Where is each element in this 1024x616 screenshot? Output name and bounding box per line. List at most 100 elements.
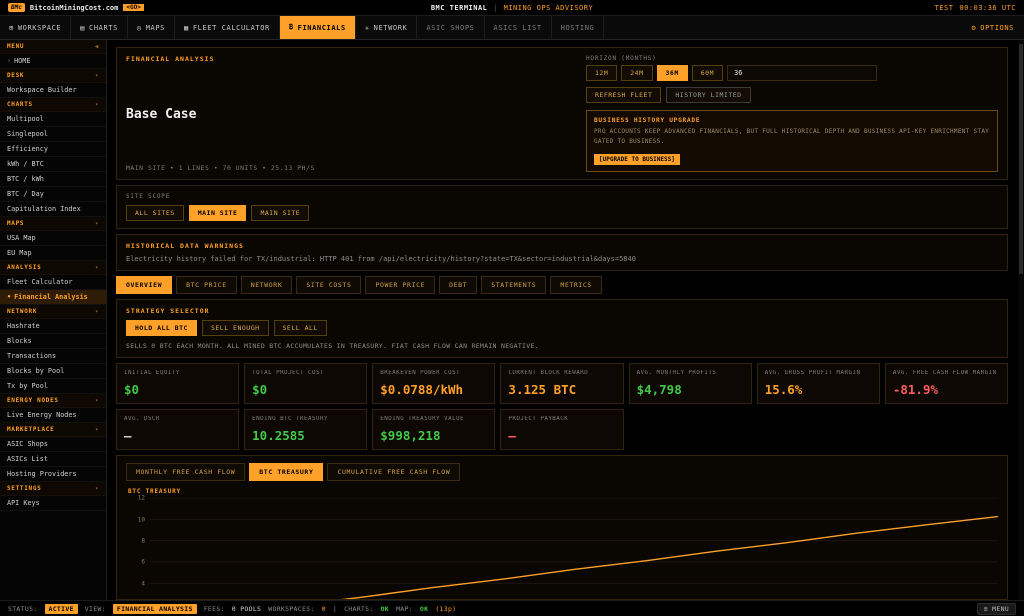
chart-panel: MONTHLY FREE CASH FLOW BTC TREASURY CUMU… [116, 455, 1008, 600]
chart-tab[interactable]: MONTHLY FREE CASH FLOW [126, 463, 245, 481]
metrics-row-2: AVG. DSCR — ENDING BTC TREASURY 10.2585 … [116, 409, 1008, 450]
metrics-row-1: INITIAL EQUITY $0 TOTAL PROJECT COST $0 … [116, 363, 1008, 404]
chart-tab[interactable]: BTC TREASURY [249, 463, 323, 481]
horizon-option-button[interactable]: 36M [657, 65, 688, 81]
menu-button-label: MENU [992, 605, 1009, 613]
site-scope-options: ALL SITES MAIN SITE MAIN SITE [126, 205, 998, 221]
horizon-option-button[interactable]: 12M [586, 65, 617, 81]
sidebar-item-label: ASICs List [7, 455, 99, 463]
sidebar-item[interactable]: NETWORK ▾ [0, 305, 106, 319]
metric-value: $0 [252, 382, 359, 397]
sidebar-item[interactable]: Blocks by Pool [0, 364, 106, 379]
chevron-down-icon: ◀ [95, 44, 99, 50]
sidebar-item[interactable]: CHARTS ▾ [0, 98, 106, 112]
content-tab[interactable]: METRICS [550, 276, 602, 294]
metric-value: — [124, 428, 231, 443]
chevron-down-icon: ▾ [95, 102, 99, 108]
scrollbar-thumb[interactable] [1019, 44, 1023, 274]
sidebar-item[interactable]: API Keys [0, 496, 106, 511]
nav-tab[interactable]: ▦ FLEET CALCULATOR [175, 16, 280, 39]
site-scope-panel: SITE SCOPE ALL SITES MAIN SITE MAIN SITE [116, 185, 1008, 229]
content-tab[interactable]: POWER PRICE [365, 276, 435, 294]
map-extra: (13p) [435, 605, 456, 613]
strategy-button[interactable]: SELL ALL [274, 320, 327, 336]
chart-tab[interactable]: CUMULATIVE FREE CASH FLOW [327, 463, 460, 481]
sidebar-item[interactable]: MARKETPLACE ▾ [0, 423, 106, 437]
sidebar-item[interactable]: BTC / kWh [0, 172, 106, 187]
sidebar-item[interactable]: Fleet Calculator [0, 275, 106, 290]
nav-tab[interactable]: ✳ NETWORK [356, 16, 418, 39]
sidebar-item[interactable]: • Financial Analysis [0, 290, 106, 305]
refresh-fleet-button[interactable]: REFRESH FLEET [586, 87, 661, 103]
site-scope-button[interactable]: ALL SITES [126, 205, 184, 221]
nav-tab[interactable]: ⊞ WORKSPACE [0, 16, 71, 39]
site-scope-button[interactable]: MAIN SITE [251, 205, 309, 221]
sidebar-item[interactable]: Capitulation Index [0, 202, 106, 217]
sidebar-item[interactable]: ASIC Shops [0, 437, 106, 452]
nav-tab[interactable]: ◎ MAPS [128, 16, 175, 39]
sidebar-item[interactable]: Hosting Providers [0, 467, 106, 482]
sidebar-item[interactable]: DESK ▾ [0, 69, 106, 83]
content-tab[interactable]: STATEMENTS [481, 276, 546, 294]
strategy-button[interactable]: HOLD ALL BTC [126, 320, 197, 336]
sidebar-item[interactable]: Blocks [0, 334, 106, 349]
sidebar-item[interactable]: ASICs List [0, 452, 106, 467]
strategy-selector-panel: STRATEGY SELECTOR HOLD ALL BTC SELL ENOU… [116, 299, 1008, 358]
content-tab[interactable]: OVERVIEW [116, 276, 172, 294]
sidebar-item[interactable]: MENU ◀ [0, 40, 106, 54]
sidebar-item[interactable]: Singlepool [0, 127, 106, 142]
nav-tab[interactable]: ▤ CHARTS [71, 16, 128, 39]
bmc-logo-icon: BMc [8, 3, 25, 12]
content-tab[interactable]: DEBT [439, 276, 477, 294]
sidebar-item[interactable]: MAPS ▾ [0, 217, 106, 231]
content-tab[interactable]: NETWORK [241, 276, 293, 294]
sidebar-item[interactable]: ENERGY NODES ▾ [0, 394, 106, 408]
upgrade-title: BUSINESS HISTORY UPGRADE [594, 117, 990, 124]
sidebar-item[interactable]: Workspace Builder [0, 83, 106, 98]
sidebar-item[interactable]: SETTINGS ▾ [0, 482, 106, 496]
strategy-button[interactable]: SELL ENOUGH [202, 320, 269, 336]
content-tab[interactable]: BTC PRICE [176, 276, 237, 294]
btc-treasury-plot: 24681012 [126, 498, 998, 600]
gear-icon: ⚙ [971, 24, 976, 32]
sidebar-item-label: Multipool [7, 115, 99, 123]
nav-tab-label: ASICS LIST [494, 24, 542, 32]
sidebar-item[interactable]: ANALYSIS ▾ [0, 261, 106, 275]
sidebar-item-label: Capitulation Index [7, 205, 99, 213]
history-limited-button[interactable]: HISTORY LIMITED [666, 87, 750, 103]
nav-tab[interactable]: ₿ FINANCIALS [280, 16, 356, 39]
metric-card: INITIAL EQUITY $0 [116, 363, 239, 404]
sidebar-item[interactable]: Hashrate [0, 319, 106, 334]
nav-tab[interactable]: ASICS LIST [485, 16, 552, 39]
horizon-input[interactable] [727, 65, 877, 81]
sidebar-item[interactable]: Transactions [0, 349, 106, 364]
nav-tab[interactable]: HOSTING [552, 16, 605, 39]
sidebar-item[interactable]: Efficiency [0, 142, 106, 157]
content-tab[interactable]: SITE COSTS [296, 276, 361, 294]
sidebar-item[interactable]: BTC / Day [0, 187, 106, 202]
go-badge[interactable]: <GO> [123, 4, 143, 11]
menu-button[interactable]: ≡ MENU [977, 603, 1016, 615]
sidebar-item[interactable]: Live Energy Nodes [0, 408, 106, 423]
chevron-down-icon: ▾ [95, 73, 99, 79]
y-axis-labels: 24681012 [126, 498, 150, 600]
metric-card: TOTAL PROJECT COST $0 [244, 363, 367, 404]
options-button[interactable]: ⚙ OPTIONS [961, 16, 1024, 39]
horizon-option-button[interactable]: 24M [621, 65, 652, 81]
horizon-option-button[interactable]: 60M [692, 65, 723, 81]
sidebar-item[interactable]: Multipool [0, 112, 106, 127]
upgrade-to-business-button[interactable]: [UPGRADE TO BUSINESS] [594, 154, 680, 165]
site-scope-button[interactable]: MAIN SITE [189, 205, 247, 221]
chevron-down-icon: ▾ [95, 427, 99, 433]
sidebar-item[interactable]: Tx by Pool [0, 379, 106, 394]
sidebar-item[interactable]: EU Map [0, 246, 106, 261]
sidebar-item-label: DESK [7, 72, 95, 79]
nav-tab-icon: ▤ [80, 24, 85, 32]
sidebar-item[interactable]: USA Map [0, 231, 106, 246]
vertical-scrollbar[interactable] [1018, 40, 1024, 600]
sidebar-item[interactable]: ◦ HOME [0, 54, 106, 69]
sidebar-item-bullet: • [7, 293, 11, 301]
nav-tab[interactable]: ASIC SHOPS [417, 16, 484, 39]
sidebar-item[interactable]: kWh / BTC [0, 157, 106, 172]
sidebar-item-label: Workspace Builder [7, 86, 99, 94]
